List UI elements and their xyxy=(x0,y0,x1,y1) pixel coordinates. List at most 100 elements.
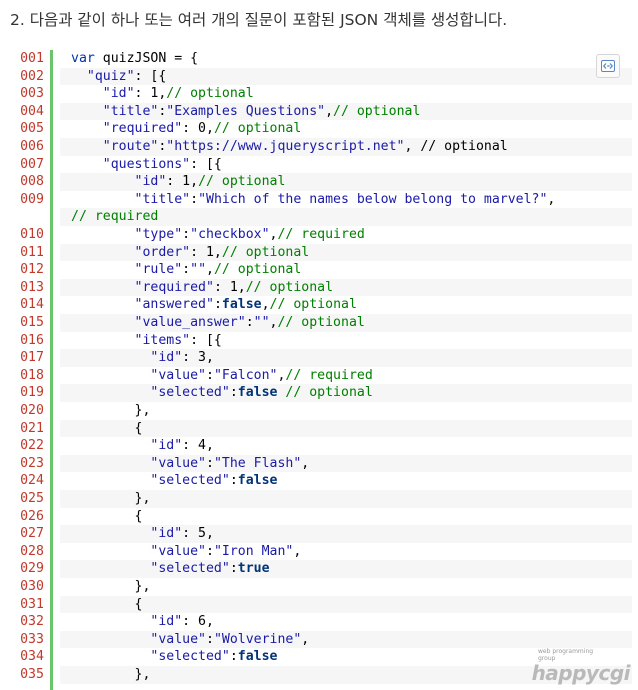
code-token: , xyxy=(293,543,302,559)
code-text: // required xyxy=(60,208,632,226)
code-text: { xyxy=(60,419,632,438)
code-token: "value" xyxy=(150,367,206,383)
code-token: : 1, xyxy=(190,244,222,260)
code-token: "id" xyxy=(150,350,183,366)
code-token: false xyxy=(237,473,278,489)
code-text: "id": 1,// optional xyxy=(60,173,632,191)
code-token: // optional xyxy=(213,121,302,137)
code-token: "Iron Man" xyxy=(213,543,294,559)
code-token: "Falcon" xyxy=(213,367,278,383)
watermark-brand: happycgi xyxy=(531,661,631,685)
code-line: 001 var quizJSON = { xyxy=(10,50,632,68)
code-token: false xyxy=(237,385,278,401)
code-line: 006 "route":"https://www.jqueryscript.ne… xyxy=(10,138,632,156)
code-token: "route" xyxy=(102,139,159,154)
code-line: 007 "questions": [{ xyxy=(10,156,632,174)
code-token: "selected" xyxy=(150,561,230,577)
code-token: "id" xyxy=(150,614,183,630)
code-token: : xyxy=(190,191,199,207)
code-token: "rule" xyxy=(134,262,183,278)
code-token: "id" xyxy=(150,438,183,454)
code-token: "checkbox" xyxy=(190,227,270,242)
line-number: 035 xyxy=(20,667,44,682)
code-token: : 6, xyxy=(182,614,214,630)
code-token: : [{ xyxy=(190,156,222,172)
code-token: "value" xyxy=(150,455,206,471)
code-text: "value":"The Flash", xyxy=(60,454,632,473)
line-number: 028 xyxy=(20,543,44,559)
code-token: false xyxy=(237,649,278,665)
code-token: , xyxy=(206,262,214,278)
code-text: "id": 6, xyxy=(60,613,632,631)
code-line: 022 "id": 4, xyxy=(10,437,632,455)
code-token: "selected" xyxy=(150,649,230,665)
code-line: 004 "title":"Examples Questions",// opti… xyxy=(10,102,632,121)
code-token: "title" xyxy=(102,103,159,119)
code-line: 003 "id": 1,// optional xyxy=(10,85,632,103)
line-number: 030 xyxy=(20,579,44,594)
line-number: 026 xyxy=(20,508,44,524)
code-token: : xyxy=(229,649,238,665)
code-line: 025 }, xyxy=(10,490,632,508)
watermark-logo: web programming group happycgi xyxy=(532,648,631,684)
code-token: : xyxy=(205,631,214,647)
code-text: "selected":true xyxy=(60,560,632,578)
code-text: "required": 0,// optional xyxy=(60,120,632,138)
code-token: : xyxy=(229,473,238,489)
code-line: 019 "selected":false // optional xyxy=(10,384,632,402)
code-token: "" xyxy=(190,262,207,278)
code-text: "answered":false,// optional xyxy=(60,296,632,314)
code-token: : 4, xyxy=(182,438,214,454)
line-number: 027 xyxy=(20,526,44,542)
code-text: "order": 1,// optional xyxy=(60,243,632,262)
code-token: , xyxy=(325,103,334,119)
code-token: "items" xyxy=(134,332,191,348)
code-token: "Examples Questions" xyxy=(166,103,326,119)
code-text: "value":"Iron Man", xyxy=(60,543,632,561)
line-number: 024 xyxy=(20,473,44,489)
line-number: 021 xyxy=(20,420,44,436)
code-line: 009 "title":"Which of the names below be… xyxy=(10,191,632,209)
code-line: 017 "id": 3, xyxy=(10,349,632,367)
code-token: , xyxy=(261,297,270,313)
code-token: : [{ xyxy=(190,332,222,348)
line-number: 032 xyxy=(20,614,44,630)
code-token: }, xyxy=(71,579,151,594)
code-text: "id": 5, xyxy=(60,525,632,543)
code-token: var xyxy=(71,51,95,66)
line-number: 017 xyxy=(20,350,44,366)
code-token: "required" xyxy=(102,121,183,137)
code-line: 024 "selected":false xyxy=(10,472,632,490)
code-line: 012 "rule":"",// optional xyxy=(10,261,632,279)
code-token: : xyxy=(182,262,191,278)
code-token: , xyxy=(301,631,310,647)
line-number: 010 xyxy=(20,227,44,242)
code-token: , xyxy=(301,455,310,471)
code-token: "selected" xyxy=(150,473,230,489)
line-number: 001 xyxy=(20,51,44,66)
line-number: 009 xyxy=(20,191,44,207)
code-token: : 5, xyxy=(182,526,214,542)
line-number: 029 xyxy=(20,561,44,577)
line-number: 003 xyxy=(20,86,44,102)
code-line: 023 "value":"The Flash", xyxy=(10,454,632,473)
code-token: "value" xyxy=(150,543,206,559)
code-token: // optional xyxy=(245,279,334,295)
code-text: }, xyxy=(60,578,632,596)
view-source-button[interactable] xyxy=(596,54,620,78)
line-number: 004 xyxy=(20,103,44,119)
line-number: 016 xyxy=(20,332,44,348)
code-line: 002 "quiz": [{ xyxy=(10,67,632,86)
line-number: 002 xyxy=(20,68,44,84)
